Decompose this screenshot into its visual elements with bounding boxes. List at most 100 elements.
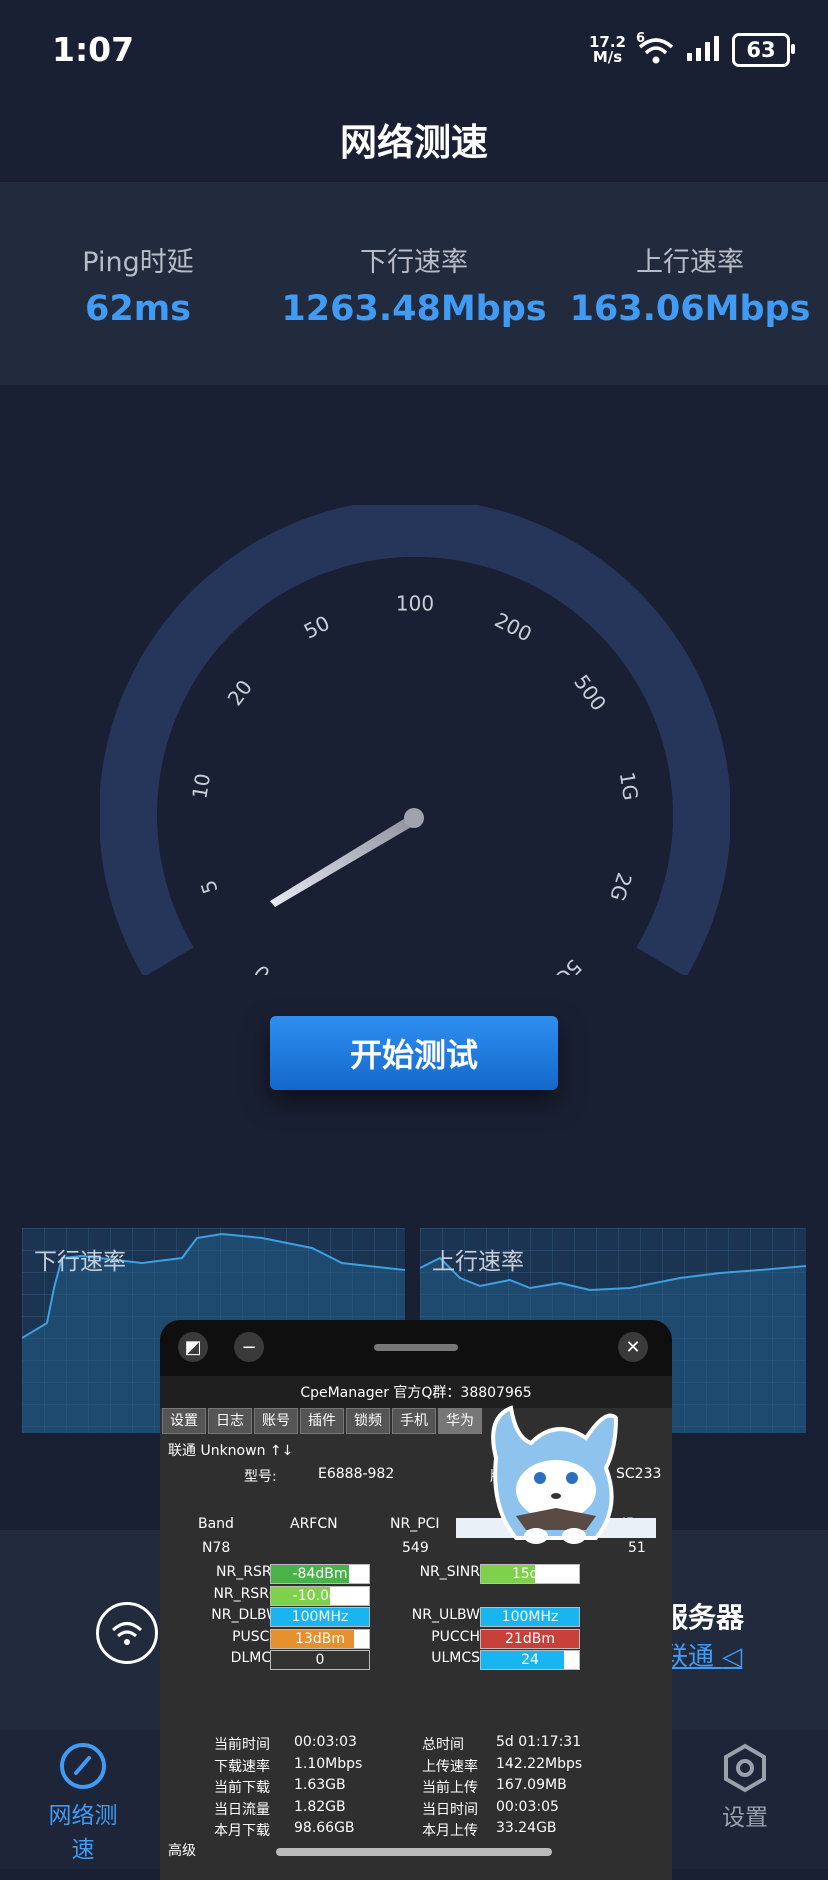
signal-label: NR_RSRQ xyxy=(213,1585,280,1602)
signal-value: 0 xyxy=(315,1652,325,1668)
stat-value: 62ms xyxy=(84,289,191,329)
stat-ping: Ping时延 62ms xyxy=(0,240,276,329)
wifi-icon xyxy=(111,1622,143,1645)
start-test-button[interactable]: 开始测试 xyxy=(270,1016,558,1090)
band-header: Band xyxy=(198,1516,234,1532)
signal-label: ULMCS xyxy=(431,1650,480,1666)
stat-label: 当前上传 xyxy=(422,1780,478,1796)
settings-hex-icon xyxy=(724,1743,766,1793)
signal-bar: 13dBm xyxy=(270,1628,370,1649)
band-value: N78 xyxy=(202,1540,231,1556)
server-title: 服务器 xyxy=(660,1601,745,1634)
stat-label: 总时间 xyxy=(422,1737,464,1753)
stat-label: 当前下载 xyxy=(214,1780,270,1796)
stat-label: 下载速率 xyxy=(214,1758,270,1775)
network-speed-indicator: 17.2 M/s xyxy=(589,35,626,65)
gauge-svg: 0 5 10 20 50 100 200 500 1G 2G 5G xyxy=(99,498,731,992)
triangle-left-icon: ◁ xyxy=(722,1642,743,1672)
signal-label: NR_RSRP xyxy=(216,1564,280,1580)
tab-0[interactable]: 设置 xyxy=(162,1408,206,1434)
nav-item-speedtest[interactable]: 网络测速 xyxy=(38,1740,128,1864)
contrast-icon[interactable]: ◩ xyxy=(178,1332,208,1362)
close-button[interactable]: ✕ xyxy=(618,1332,648,1362)
minimize-button[interactable]: − xyxy=(234,1332,264,1362)
stat-value: 1.82GB xyxy=(294,1798,346,1815)
stat-label: Ping时延 xyxy=(82,247,194,278)
carrier-label: 联通 Unknown xyxy=(168,1443,266,1459)
download-chart-label: 下行速率 xyxy=(34,1249,126,1275)
signal-bar: 21dBm xyxy=(480,1628,580,1649)
wifi-test-button[interactable] xyxy=(96,1602,158,1664)
cpe-manager-floating-window[interactable]: ◩ − ✕ CpeManager 官方Q群：38807965 设置 日志 账号 插件锁… xyxy=(160,1320,672,1880)
model-value: E6888-982 xyxy=(318,1466,395,1482)
battery-level: 63 xyxy=(746,38,776,62)
signal-value: 15dB xyxy=(511,1566,549,1582)
advanced-label[interactable]: 高级 xyxy=(168,1840,196,1860)
signal-bar: 24 xyxy=(480,1650,580,1670)
signal-value: 100MHz xyxy=(501,1609,559,1625)
signal-bar: -84dBm xyxy=(270,1564,370,1584)
stat-label: 当日流量 xyxy=(214,1801,270,1818)
stat-upload: 上行速率 163.06Mbps xyxy=(552,240,828,329)
stat-label: 当前时间 xyxy=(214,1737,270,1753)
net-speed-unit: M/s xyxy=(592,48,623,66)
model-label: 型号: xyxy=(244,1469,277,1485)
wifi-icon: 6 xyxy=(636,31,676,65)
wifi-6-badge: 6 xyxy=(636,31,646,46)
signal-label: NR_DLBW xyxy=(211,1607,280,1623)
stat-value: 163.06Mbps xyxy=(569,289,811,329)
gauge-tick-label: 5 xyxy=(196,877,223,897)
gauge-tick-label: 200 xyxy=(491,608,536,647)
gauge-needle-hub xyxy=(404,808,424,828)
stat-value: 98.66GB xyxy=(294,1820,355,1836)
signal-bar: 100MHz xyxy=(480,1607,580,1627)
floating-window-titlebar[interactable]: ◩ − ✕ xyxy=(160,1320,672,1376)
gauge-tick-label: 10 xyxy=(187,772,215,801)
stat-label: 本月下载 xyxy=(214,1823,270,1839)
stat-value: 167.09MB xyxy=(496,1777,567,1793)
arfcn-header: ARFCN xyxy=(290,1516,338,1532)
pci-header: NR_PCI xyxy=(390,1516,440,1532)
tab-1[interactable]: 日志 xyxy=(208,1408,252,1434)
server-select-link[interactable]: 联通 ◁ xyxy=(662,1636,742,1673)
battery-icon: 63 xyxy=(732,33,795,67)
signal-value: -84dBm xyxy=(292,1566,348,1582)
signal-label: NR_ULBW xyxy=(411,1607,480,1623)
tab-5[interactable]: 手机 xyxy=(392,1408,436,1434)
stat-value: 1.63GB xyxy=(294,1777,346,1793)
gauge-tick-label: 20 xyxy=(223,675,257,710)
signal-bar: 100MHz xyxy=(270,1607,370,1627)
gauge-tick-label: 2G xyxy=(605,870,637,904)
signal-label: PUSCH xyxy=(232,1628,280,1645)
upload-chart-label: 上行速率 xyxy=(432,1249,524,1275)
gauge-tick-label: 1G xyxy=(615,770,643,802)
gauge-tick-label: 100 xyxy=(396,592,434,616)
tab-3[interactable]: 插件 xyxy=(300,1408,344,1434)
stat-value: 1263.48Mbps xyxy=(281,289,547,329)
stat-value: 5d 01:17:31 xyxy=(496,1734,582,1750)
status-icons: 17.2 M/s 6 63 xyxy=(589,31,795,67)
gauge-tick-label: 500 xyxy=(569,670,611,715)
stat-value: 1.10Mbps xyxy=(294,1755,363,1772)
tab-2[interactable]: 账号 xyxy=(254,1408,298,1434)
stat-value: 00:03:03 xyxy=(294,1734,357,1750)
signal-value: -10.0dB xyxy=(292,1587,348,1604)
stat-label: 当日时间 xyxy=(422,1801,478,1818)
home-indicator xyxy=(276,1848,552,1856)
tab-4[interactable]: 锁频 xyxy=(346,1408,390,1434)
nav-label: 设置 xyxy=(722,1805,768,1831)
mascot-sticker xyxy=(456,1405,656,1544)
signal-value: 21dBm xyxy=(505,1630,555,1647)
signal-value: 13dBm xyxy=(295,1630,345,1647)
transfer-arrows-icon: ↑↓ xyxy=(269,1443,294,1459)
signal-value: 100MHz xyxy=(291,1609,349,1625)
speed-gauge: 0 5 10 20 50 100 200 500 1G 2G 5G xyxy=(99,498,731,992)
drag-handle[interactable] xyxy=(374,1344,458,1351)
signal-bar: 0 xyxy=(270,1650,370,1670)
pci-value: 549 xyxy=(402,1540,429,1556)
nav-label: 网络测速 xyxy=(48,1803,118,1863)
nav-item-settings[interactable]: 设置 xyxy=(700,1742,790,1832)
stat-value: 33.24GB xyxy=(496,1820,557,1836)
signal-bar: -10.0dB xyxy=(270,1585,370,1606)
signal-value: 24 xyxy=(521,1652,539,1668)
